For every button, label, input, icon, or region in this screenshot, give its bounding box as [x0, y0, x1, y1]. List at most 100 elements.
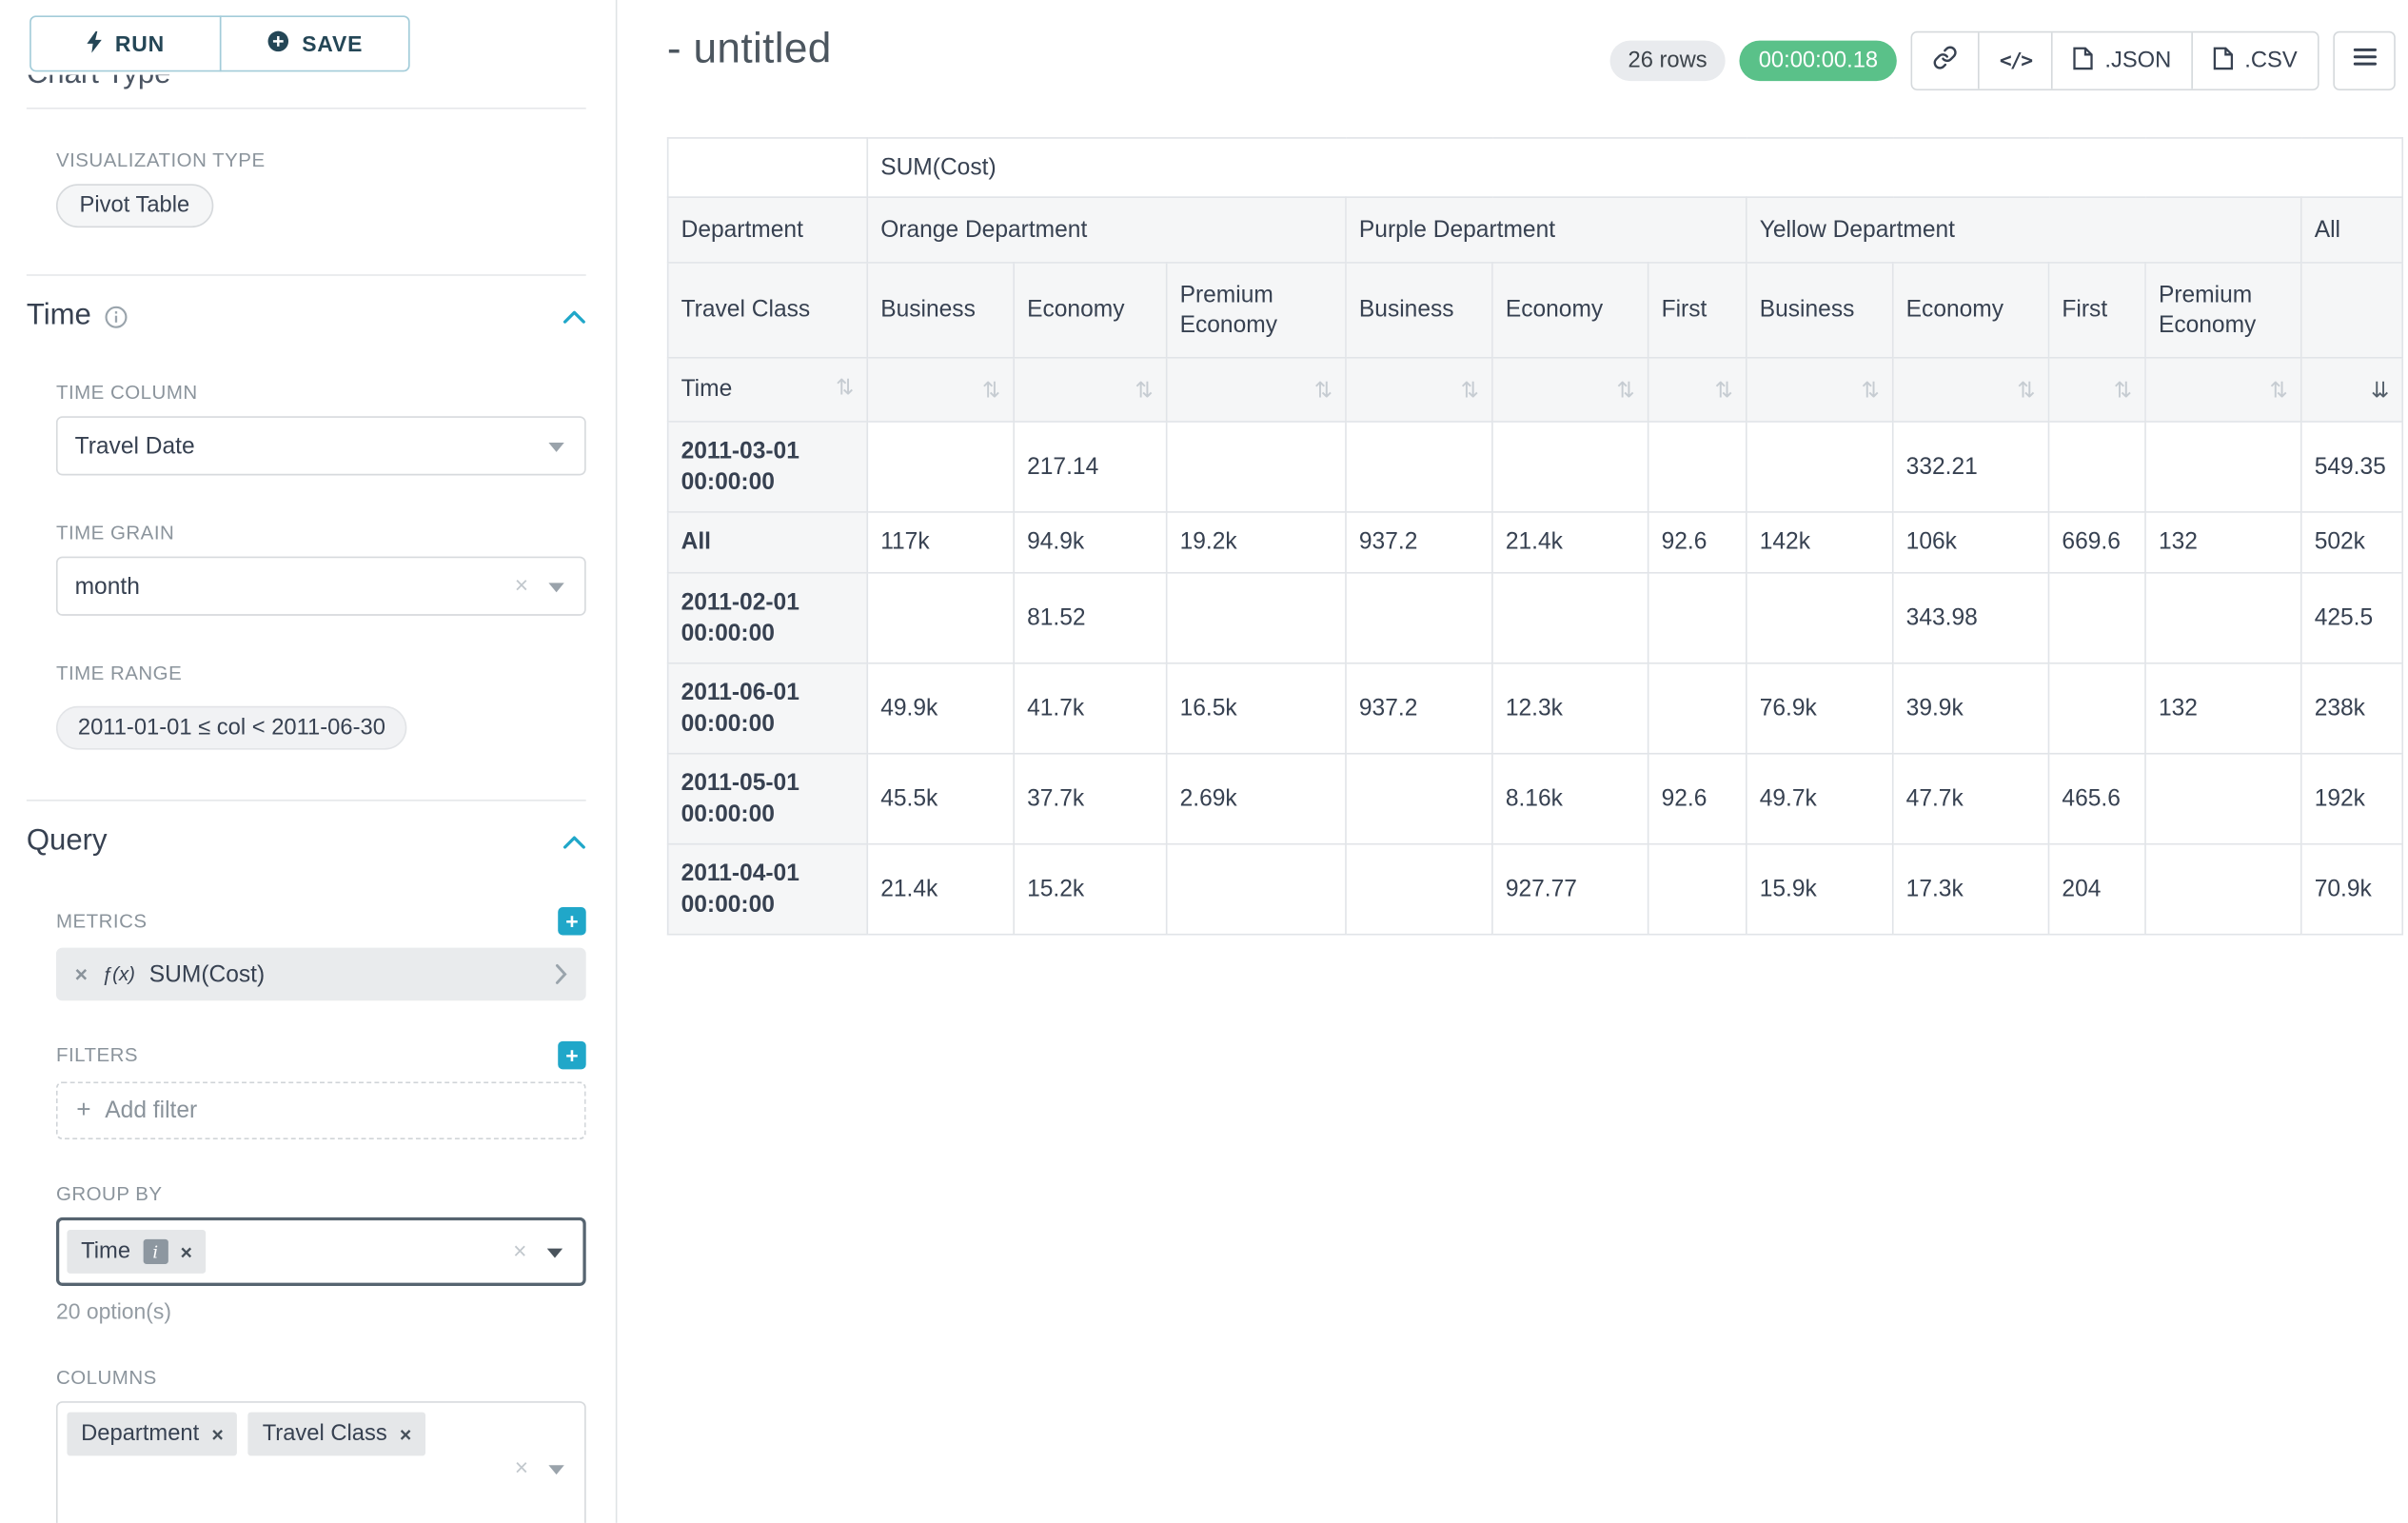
- sort-descending-icon[interactable]: [2371, 381, 2389, 403]
- pivot-cell: [867, 422, 1014, 512]
- pivot-cell: 39.9k: [1893, 663, 2049, 754]
- code-icon: </>: [2000, 49, 2032, 73]
- query-section-title: Query: [27, 824, 108, 859]
- pivot-cell: [1346, 573, 1492, 663]
- export-json-button[interactable]: .JSON: [2052, 32, 2192, 89]
- add-metric-button[interactable]: +: [558, 907, 585, 935]
- time-range-label: TIME RANGE: [56, 663, 586, 684]
- row-header: 2011-04-01 00:00:00: [668, 844, 868, 935]
- pivot-cell: 465.6: [2048, 754, 2145, 844]
- pivot-cell: 549.35: [2301, 422, 2402, 512]
- columns-chip-label: Travel Class: [263, 1421, 387, 1446]
- remove-chip-icon[interactable]: ×: [180, 1240, 191, 1264]
- sort-icon[interactable]: [2017, 381, 2035, 403]
- sort-icon[interactable]: [2270, 381, 2288, 403]
- pivot-cell: 81.52: [1014, 573, 1166, 663]
- time-grain-select[interactable]: month ×: [56, 557, 586, 616]
- sort-icon[interactable]: [1135, 381, 1154, 403]
- chevron-down-icon: [548, 583, 563, 592]
- remove-metric-icon[interactable]: ×: [75, 961, 88, 986]
- sort-icon[interactable]: [2114, 381, 2132, 403]
- class-header: Premium Economy: [2145, 263, 2301, 358]
- sort-header-cell: [2145, 358, 2301, 422]
- time-column-value: Travel Date: [75, 432, 195, 459]
- collapse-chevron-up-icon[interactable]: [563, 835, 586, 849]
- chart-header-actions: 26 rows 00:00:00.18 </> .JSON: [1609, 31, 2396, 90]
- pivot-cell: [1167, 573, 1346, 663]
- pivot-cell: 117k: [867, 512, 1014, 573]
- columns-chip[interactable]: Travel Class ×: [248, 1413, 425, 1456]
- chevron-down-icon: [548, 443, 563, 452]
- chevron-right-icon[interactable]: [555, 963, 567, 985]
- clear-icon[interactable]: ×: [513, 1238, 526, 1265]
- collapse-chevron-up-icon[interactable]: [563, 309, 586, 324]
- pivot-cell: 37.7k: [1014, 754, 1166, 844]
- metrics-label: METRICS: [56, 910, 148, 932]
- pivot-corner-cell: [668, 138, 868, 197]
- chart-type-heading-clipped: Chart Type: [27, 75, 586, 95]
- share-link-button[interactable]: [1912, 32, 1978, 89]
- pivot-cell: [2145, 573, 2301, 663]
- group-by-options-count: 20 option(s): [56, 1298, 586, 1323]
- chart-title[interactable]: - untitled: [667, 25, 832, 73]
- class-header: Business: [1346, 263, 1492, 358]
- embed-code-button[interactable]: </>: [1978, 32, 2052, 89]
- viz-type-pill[interactable]: Pivot Table: [56, 184, 213, 227]
- run-button[interactable]: RUN: [30, 15, 221, 71]
- remove-chip-icon[interactable]: ×: [211, 1422, 223, 1446]
- row-header: 2011-05-01 00:00:00: [668, 754, 868, 844]
- run-button-label: RUN: [115, 31, 165, 56]
- more-options-button[interactable]: [2333, 31, 2396, 90]
- file-export-icon: [2074, 46, 2094, 75]
- pivot-cell: 17.3k: [1893, 844, 2049, 935]
- pivot-cell: 332.21: [1893, 422, 2049, 512]
- sort-icon[interactable]: [1314, 381, 1332, 403]
- pivot-cell: 49.7k: [1747, 754, 1893, 844]
- pivot-cell: [1492, 422, 1648, 512]
- pivot-cell: [1648, 573, 1747, 663]
- clear-icon[interactable]: ×: [515, 573, 528, 600]
- sort-icon[interactable]: [1461, 381, 1479, 403]
- columns-chip[interactable]: Department ×: [67, 1413, 237, 1456]
- remove-chip-icon[interactable]: ×: [400, 1422, 411, 1446]
- sort-icon[interactable]: [1715, 381, 1733, 403]
- class-header: Economy: [1492, 263, 1648, 358]
- pivot-cell: 45.5k: [867, 754, 1014, 844]
- pivot-cell: 343.98: [1893, 573, 2049, 663]
- sort-header-cell: [1648, 358, 1747, 422]
- columns-chip-label: Department: [81, 1421, 199, 1446]
- sort-header-cell: [1893, 358, 2049, 422]
- lightning-icon: [86, 30, 103, 57]
- sort-header-cell: [867, 358, 1014, 422]
- clear-icon[interactable]: ×: [515, 1455, 528, 1482]
- group-by-select[interactable]: Time i × ×: [56, 1217, 586, 1286]
- metric-chip[interactable]: × ƒ(x) SUM(Cost): [56, 948, 586, 1001]
- time-section-title: Time: [27, 299, 91, 333]
- class-header: Business: [867, 263, 1014, 358]
- sort-icon[interactable]: [1862, 381, 1880, 403]
- pivot-cell: [867, 573, 1014, 663]
- time-column-select[interactable]: Travel Date: [56, 416, 586, 475]
- link-icon: [1932, 45, 1957, 76]
- export-csv-button[interactable]: .CSV: [2192, 32, 2318, 89]
- info-icon: [104, 305, 128, 328]
- sort-icon[interactable]: [1617, 381, 1635, 403]
- pivot-cell: 16.5k: [1167, 663, 1346, 754]
- columns-label: COLUMNS: [56, 1367, 586, 1389]
- columns-select[interactable]: Department × Travel Class × ×: [56, 1401, 586, 1523]
- add-filter-button[interactable]: +: [558, 1041, 585, 1069]
- pivot-cell: 192k: [2301, 754, 2402, 844]
- pivot-cell: 927.77: [1492, 844, 1648, 935]
- pivot-cell: 15.9k: [1747, 844, 1893, 935]
- sort-icon[interactable]: [836, 378, 854, 400]
- sort-icon[interactable]: [982, 381, 1000, 403]
- sort-header-cell: [1346, 358, 1492, 422]
- group-by-chip[interactable]: Time i ×: [67, 1230, 206, 1274]
- pivot-cell: [2048, 663, 2145, 754]
- save-button[interactable]: SAVE: [219, 15, 410, 71]
- add-filter-dropzone[interactable]: + Add filter: [56, 1081, 586, 1139]
- pivot-cell: [1648, 844, 1747, 935]
- divider: [27, 800, 586, 801]
- time-range-pill[interactable]: 2011-01-01 ≤ col < 2011-06-30: [56, 706, 407, 750]
- time-column-label: TIME COLUMN: [56, 382, 586, 404]
